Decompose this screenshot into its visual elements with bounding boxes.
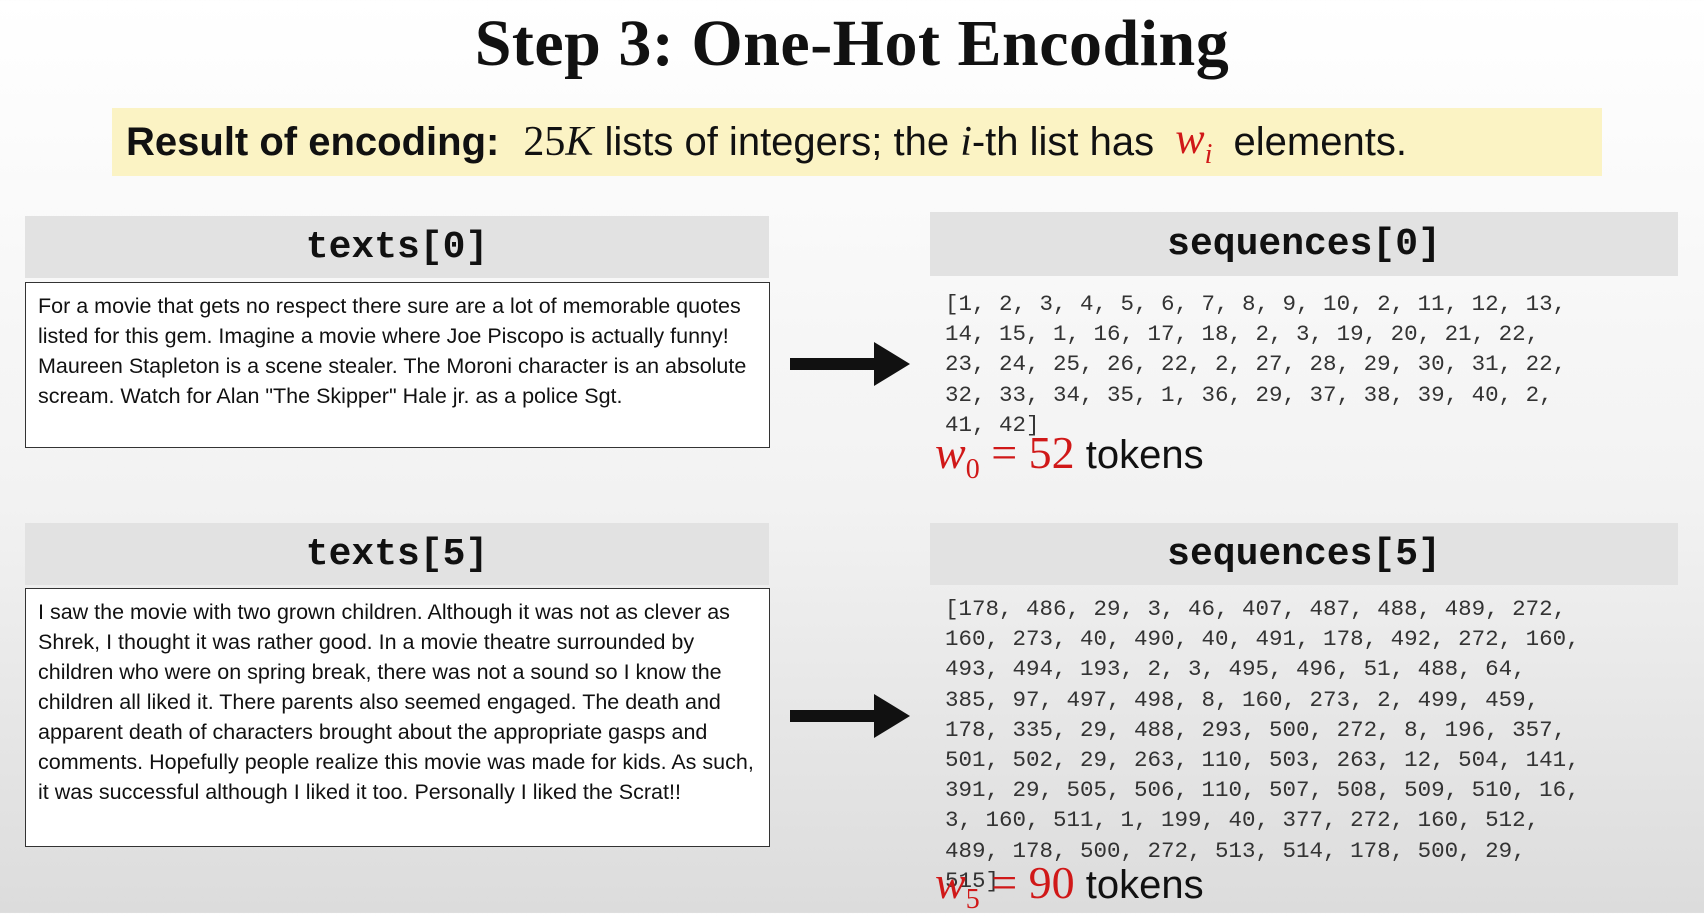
texts-0-header: texts[0] xyxy=(25,216,769,278)
sequences-5-header: sequences[5] xyxy=(930,523,1678,585)
banner-text-a: lists of integers; the xyxy=(593,119,961,164)
texts-0-body: For a movie that gets no respect there s… xyxy=(25,282,770,448)
texts-5-body: I saw the movie with two grown children.… xyxy=(25,588,770,847)
arrow-right-icon xyxy=(790,694,910,738)
result-banner: Result of encoding: 25K lists of integer… xyxy=(112,108,1602,176)
sequences-0-values: [1, 2, 3, 4, 5, 6, 7, 8, 9, 10, 2, 11, 1… xyxy=(945,291,1567,438)
sequences-0-token-count: w0 = 52 tokens xyxy=(935,427,1204,486)
banner-count: 25K xyxy=(523,119,594,165)
banner-label: Result of encoding: xyxy=(126,119,500,164)
sequences-5-token-count: w5 = 90 tokens xyxy=(935,857,1204,916)
banner-text-c: elements. xyxy=(1222,119,1407,164)
page-title: Step 3: One-Hot Encoding xyxy=(474,7,1230,80)
banner-text-b: -th list has xyxy=(971,119,1166,164)
banner-w-var: wi xyxy=(1175,114,1213,170)
sequences-0-header: sequences[0] xyxy=(930,212,1678,276)
texts-5-header: texts[5] xyxy=(25,523,769,585)
sequences-5-values: [178, 486, 29, 3, 46, 407, 487, 488, 489… xyxy=(945,596,1580,894)
arrow-right-icon xyxy=(790,342,910,386)
banner-index-var: i xyxy=(960,119,972,165)
